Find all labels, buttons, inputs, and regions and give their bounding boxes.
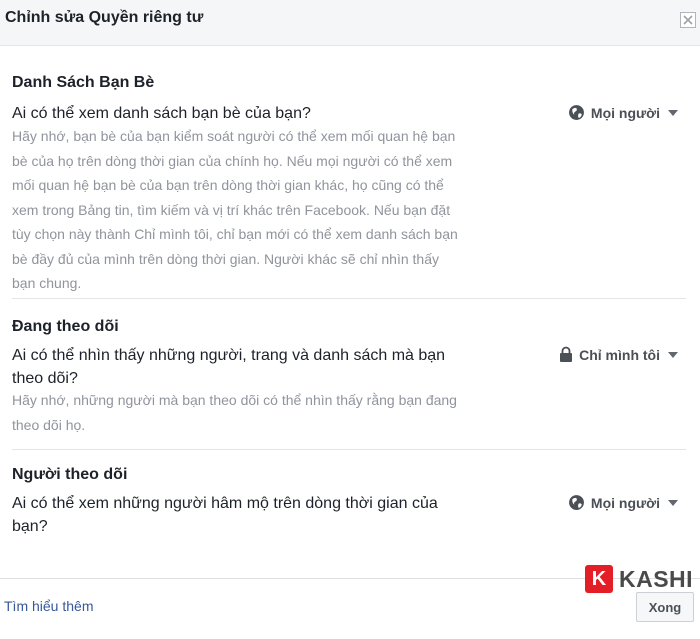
watermark-k-badge: K <box>585 565 613 593</box>
audience-label: Mọi người <box>590 494 660 511</box>
chevron-down-icon <box>668 109 678 116</box>
divider <box>12 449 686 450</box>
done-button[interactable]: Xong <box>636 592 694 622</box>
watermark-text: KASHI <box>619 565 694 592</box>
globe-icon <box>568 105 584 120</box>
dialog-title: Chỉnh sửa Quyền riêng tư <box>5 9 204 26</box>
audience-selector[interactable]: Mọi người <box>568 494 678 511</box>
close-icon <box>683 15 693 25</box>
close-button[interactable] <box>680 12 696 28</box>
section-title: Người theo dõi <box>12 466 128 483</box>
audience-label: Chỉ mình tôi <box>579 346 660 363</box>
learn-more-link[interactable]: Tìm hiểu thêm <box>4 598 93 614</box>
watermark-logo: K KASHI <box>585 565 693 593</box>
chevron-down-icon <box>668 351 678 358</box>
divider <box>12 298 686 299</box>
audience-label: Mọi người <box>590 104 660 121</box>
section-question: Ai có thể nhìn thấy những người, trang v… <box>12 347 446 387</box>
section-question: Ai có thể xem những người hâm mộ trên dò… <box>12 495 438 535</box>
audience-selector[interactable]: Chỉ mình tôi <box>559 346 678 363</box>
section-question: Ai có thể xem danh sách bạn bè của bạn? <box>12 105 311 122</box>
section-description: Hãy nhớ, bạn bè của bạn kiểm soát người … <box>12 128 458 291</box>
lock-icon <box>560 346 573 362</box>
section-title: Danh Sách Bạn Bè <box>12 74 155 91</box>
audience-selector[interactable]: Mọi người <box>568 104 678 121</box>
section-title: Đang theo dõi <box>12 318 119 335</box>
section-description: Hãy nhớ, những người mà bạn theo dõi có … <box>12 392 457 433</box>
dialog-header: Chỉnh sửa Quyền riêng tư <box>0 0 700 46</box>
globe-icon <box>568 495 584 510</box>
chevron-down-icon <box>668 499 678 506</box>
